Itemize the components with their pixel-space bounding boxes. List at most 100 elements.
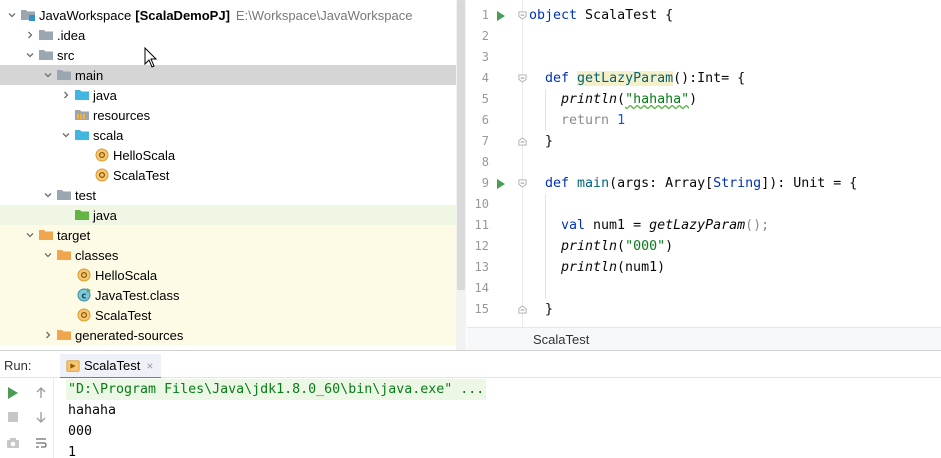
editor-breadcrumb: ScalaTest [467,327,941,350]
code-token: println [561,239,618,254]
line-number: 13 [474,260,489,274]
indent-guide [545,89,546,131]
chevron-down-icon[interactable] [40,245,56,265]
run-tab-scalatest[interactable]: ScalaTest × [60,354,162,379]
code-token: object [529,8,578,23]
code-token: ( [617,92,626,107]
tree-item-label: JavaTest.class [95,287,180,303]
tree-item-scalatest[interactable]: ScalaTest [0,165,456,185]
editor-gutter: 1 2 3 4 5 6 7 8 9 10 11 12 13 14 15 [467,0,527,327]
tree-item-label: generated-sources [75,327,184,343]
code-line-4[interactable]: def getLazyParam():Int= { [545,68,745,89]
tree-item-label: .idea [57,27,86,43]
fold-icon[interactable] [517,5,527,26]
code-line-6[interactable]: return 1 [561,110,625,131]
tab-label: ScalaTest [84,358,141,373]
test-source-folder-icon [74,207,90,223]
chevron-down-icon[interactable] [22,225,38,245]
code-token: val [561,218,586,233]
folder-icon [56,67,72,83]
code-line-1[interactable]: object ScalaTest { [529,5,673,26]
scroll-down-button[interactable] [32,408,50,426]
tree-item-helloscala[interactable]: HelloScala [0,145,456,165]
excluded-folder-icon [56,247,72,263]
code-line-12[interactable]: println("000") [561,236,673,257]
tree-item-label: scala [93,127,124,143]
run-gutter-icon[interactable] [496,5,506,26]
fold-icon[interactable] [517,299,527,320]
tree-item-label: java [93,207,117,223]
module-path: E:\Workspace\JavaWorkspace [235,7,413,23]
camera-icon[interactable] [4,434,22,452]
code-line-11[interactable]: val num1 = getLazyParam(); [561,215,769,236]
stop-button[interactable] [4,408,22,426]
chevron-down-icon[interactable] [4,5,20,25]
fold-icon[interactable] [517,131,527,152]
scroll-up-button[interactable] [32,384,50,402]
tree-item-classes-helloscala[interactable]: HelloScala [0,265,456,285]
tree-item-javatest-class[interactable]: c JavaTest.class [0,285,456,305]
tree-item-classes-scalatest[interactable]: ScalaTest [0,305,456,325]
line-number: 9 [481,176,489,190]
soft-wrap-icon[interactable] [32,434,50,452]
tree-scrollbar[interactable] [456,0,466,350]
line-number: 14 [474,281,489,295]
console-output[interactable]: "D:\Program Files\Java\jdk1.8.0_60\bin\j… [60,378,941,458]
fold-icon[interactable] [517,68,527,89]
line-number: 7 [481,134,489,148]
line-number: 11 [474,218,489,232]
breadcrumb-item[interactable]: ScalaTest [533,332,589,347]
indent-guide [545,194,546,299]
chevron-down-icon[interactable] [40,185,56,205]
console-line: 1 [68,445,77,458]
tree-item-generated-sources[interactable]: generated-sources [0,325,456,345]
tree-item-classes[interactable]: classes [0,245,456,265]
java-class-icon: c [76,287,92,303]
tree-item-test-java[interactable]: java [0,205,456,225]
rerun-button[interactable] [4,384,22,402]
line-number: 4 [481,71,489,85]
chevron-down-icon[interactable] [22,45,38,65]
line-number: 2 [481,29,489,43]
code-token: ScalaTest { [577,8,674,23]
folder-icon [38,47,54,63]
code-line-5[interactable]: println("hahaha") [561,89,697,110]
line-number: 5 [481,92,489,106]
fold-guide [522,0,523,327]
chevron-down-icon[interactable] [58,125,74,145]
code-token: 1 [617,113,626,128]
code-token: getLazyParam [577,71,674,86]
tree-item-src[interactable]: src [0,45,456,65]
chevron-right-icon[interactable] [58,85,74,105]
tree-item-target[interactable]: target [0,225,456,245]
chevron-right-icon[interactable] [22,25,38,45]
line-number: 6 [481,113,489,127]
code-line-7[interactable]: } [545,131,553,152]
tree-item-javaworkspace[interactable]: JavaWorkspace [ScalaDemoPJ] E:\Workspace… [0,5,456,25]
fold-icon[interactable] [517,173,527,194]
tree-item-scala[interactable]: scala [0,125,456,145]
run-gutter-icon[interactable] [496,173,506,194]
code-token: (num1) [617,260,666,275]
code-line-13[interactable]: println(num1) [561,257,665,278]
chevron-down-icon[interactable] [40,65,56,85]
code-line-15[interactable]: } [545,299,553,320]
tree-item-main[interactable]: main [0,65,456,85]
svg-text:c: c [81,292,86,302]
tree-item-java[interactable]: java [0,85,456,105]
close-icon[interactable]: × [146,359,153,373]
chevron-right-icon[interactable] [40,325,56,345]
tree-item-test[interactable]: test [0,185,456,205]
scala-object-icon [76,307,92,323]
run-label: Run: [4,358,32,373]
code-line-9[interactable]: def main(args: Array[String]): Unit = { [545,173,857,194]
tree-item-resources[interactable]: resources [0,105,456,125]
code-editor[interactable]: 1 2 3 4 5 6 7 8 9 10 11 12 13 14 15 obje… [467,0,941,327]
run-toolbar-secondary [28,378,54,458]
tree-item-idea[interactable]: .idea [0,25,456,45]
scala-object-icon [76,267,92,283]
code-token: println [561,260,618,275]
run-config-icon [66,359,80,372]
scrollbar-thumb[interactable] [457,0,465,290]
tree-item-label: ScalaTest [113,167,170,183]
